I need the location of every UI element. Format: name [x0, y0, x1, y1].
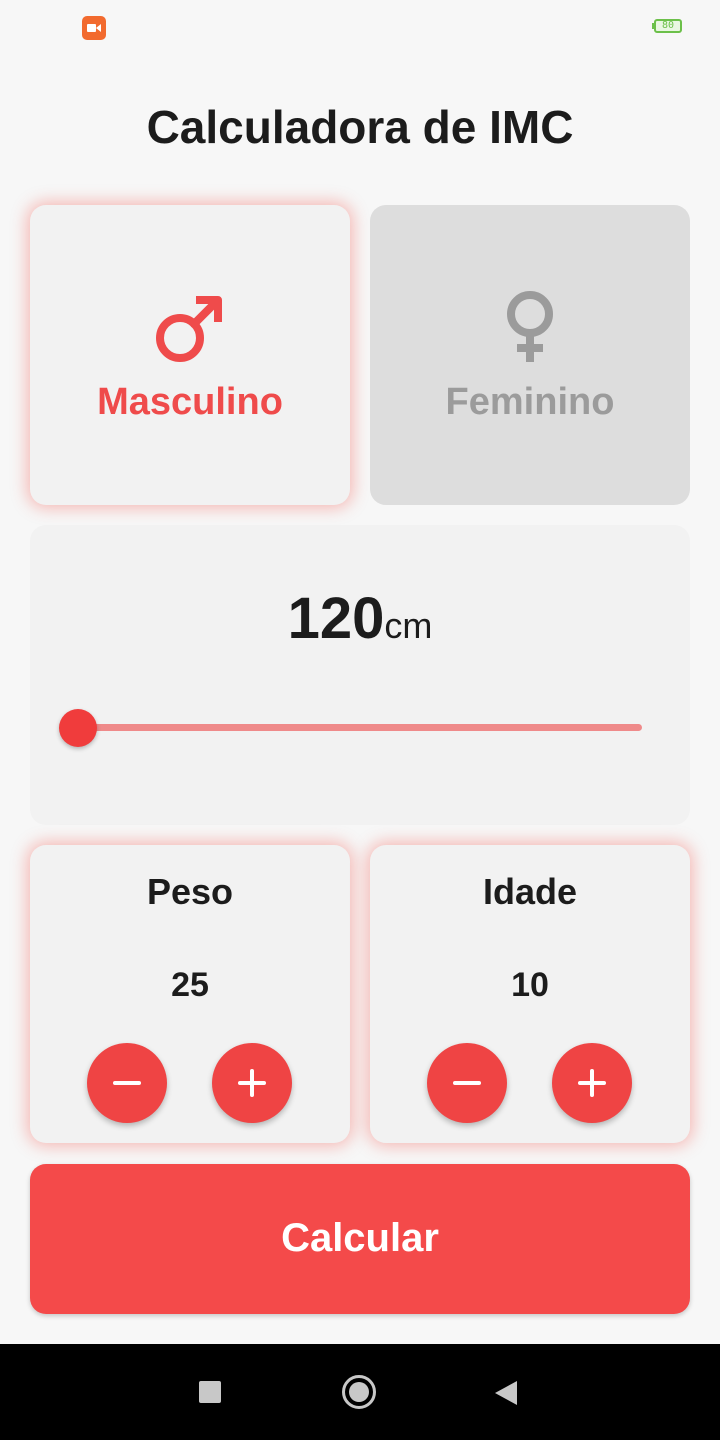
home-circle-icon[interactable]	[342, 1375, 376, 1409]
battery-icon: 80	[654, 19, 682, 33]
calculate-label: Calcular	[281, 1216, 439, 1260]
page-title: Calculadora de IMC	[146, 101, 574, 153]
height-slider-track[interactable]	[78, 724, 642, 731]
calculate-button[interactable]: Calcular	[30, 1164, 690, 1314]
minus-icon	[113, 1081, 141, 1085]
age-decrement-button[interactable]	[427, 1043, 507, 1123]
gender-male-label: Masculino	[97, 381, 283, 423]
height-unit: cm	[384, 605, 433, 646]
female-symbol-icon	[500, 290, 560, 375]
age-label: Idade	[482, 871, 578, 912]
status-bar: 80	[0, 0, 720, 56]
recents-square-icon[interactable]	[199, 1381, 221, 1403]
weight-label: Peso	[146, 871, 234, 912]
height-card	[30, 525, 690, 825]
height-value: 120	[287, 586, 385, 651]
weight-card: Peso 25	[30, 845, 350, 1143]
weight-increment-button[interactable]	[212, 1043, 292, 1123]
weight-decrement-button[interactable]	[87, 1043, 167, 1123]
back-triangle-icon[interactable]	[495, 1381, 517, 1405]
gender-female-label: Feminino	[445, 381, 615, 423]
gender-female-card[interactable]: Feminino	[370, 205, 690, 505]
screen-record-icon	[82, 16, 106, 40]
minus-icon	[453, 1081, 481, 1085]
weight-value: 25	[171, 966, 209, 1004]
system-nav-bar	[0, 1344, 720, 1440]
height-slider-thumb[interactable]	[59, 709, 97, 747]
age-card: Idade 10	[370, 845, 690, 1143]
age-increment-button[interactable]	[552, 1043, 632, 1123]
height-readout: 120cm	[0, 585, 720, 652]
gender-male-card[interactable]: Masculino	[30, 205, 350, 505]
male-symbol-icon	[150, 290, 230, 375]
age-value: 10	[511, 966, 549, 1004]
